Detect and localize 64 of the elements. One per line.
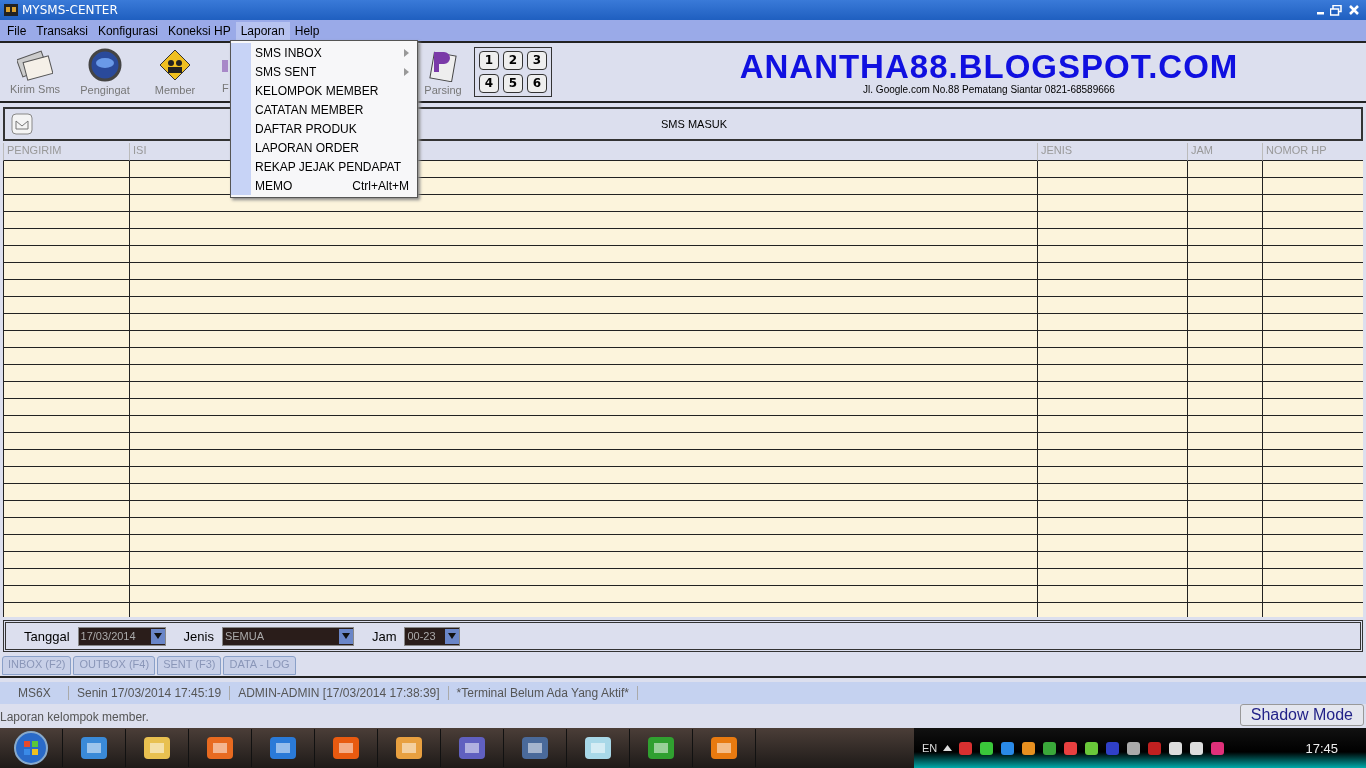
app-icon[interactable] (709, 734, 739, 762)
tray-icon[interactable] (1042, 740, 1058, 756)
hint-text: Laporan kelompok member. (0, 710, 149, 724)
menu-item[interactable]: Koneksi HP (162, 21, 236, 40)
shadow-mode-button[interactable]: Shadow Mode (1239, 704, 1364, 726)
filter-label: Tanggal (24, 628, 70, 644)
app-icon (4, 4, 18, 16)
app-icon[interactable] (331, 734, 361, 762)
tray-icon[interactable] (1189, 740, 1205, 756)
toolbar-label[interactable]: Kirim Sms (9, 83, 61, 95)
banner-subtitle: Jl. Google.com No.88 Pematang Siantar 0821-68589666 (863, 83, 1115, 95)
filter-label: Jam (371, 628, 397, 644)
tray-icon[interactable] (1126, 740, 1142, 756)
number-key[interactable]: 5 (503, 74, 523, 93)
status-text: *Terminal Belum Ada Yang Aktif* (448, 686, 638, 700)
start-button[interactable] (13, 730, 49, 766)
menu-item[interactable]: Transaksi (31, 21, 93, 40)
app-icon[interactable] (394, 734, 424, 762)
language-indicator[interactable]: EN (922, 742, 938, 754)
banner-title: ANANTHA88.BLOGSPOT.COM (739, 49, 1239, 84)
globe-icon (88, 48, 122, 82)
number-key[interactable]: 4 (479, 74, 499, 93)
dropdown-field[interactable]: 17/03/2014 (77, 626, 166, 646)
toolbar-label[interactable]: Parsing (424, 84, 462, 96)
app-icon[interactable] (646, 734, 676, 762)
app-icon[interactable] (205, 734, 235, 762)
number-key[interactable]: 3 (527, 51, 547, 70)
status-text: Senin 17/03/2014 17:45:19 (69, 686, 231, 700)
app-icon[interactable] (142, 734, 172, 762)
tray-icon[interactable] (1021, 740, 1037, 756)
filter-label: Jenis (183, 628, 214, 644)
app-icon[interactable] (457, 734, 487, 762)
people-icon (158, 48, 192, 82)
panel-title: SMS MASUK (661, 118, 727, 130)
dropdown-field[interactable]: 00-23 (404, 626, 461, 646)
dropdown-field[interactable]: SEMUA (221, 626, 354, 646)
window-title: MYSMS-CENTER (22, 3, 119, 17)
caret-icon (448, 633, 457, 639)
status-text: MS6X (18, 686, 69, 700)
clock[interactable]: 17:45 (1305, 740, 1338, 756)
status-text: ADMIN-ADMIN [17/03/2014 17:38:39] (230, 686, 449, 700)
close-icon[interactable] (1346, 5, 1362, 15)
app-icon[interactable] (79, 734, 109, 762)
menu-item[interactable]: Help (289, 21, 325, 40)
menu-item[interactable]: Laporan (235, 21, 290, 40)
caret-icon (153, 633, 162, 639)
tray-icon[interactable] (1168, 740, 1184, 756)
tray-icon[interactable] (1084, 740, 1100, 756)
number-key[interactable]: 6 (527, 74, 547, 93)
number-key[interactable]: 2 (503, 51, 523, 70)
menu-item[interactable]: Konfigurasi (92, 21, 163, 40)
caret-icon (341, 633, 350, 639)
tray-up-icon[interactable] (943, 745, 953, 751)
app-icon[interactable] (583, 734, 613, 762)
number-key[interactable]: 1 (479, 51, 499, 70)
envelope-icon[interactable] (11, 113, 33, 135)
toolbar-label[interactable]: Pengingat (80, 84, 130, 96)
app-icon[interactable] (268, 734, 298, 762)
envelopes-icon (17, 49, 53, 81)
app-icon[interactable] (520, 734, 550, 762)
tray-icon[interactable] (979, 740, 995, 756)
menu-item[interactable]: File (2, 21, 32, 40)
restore-icon[interactable] (1330, 4, 1342, 16)
toolbar-label[interactable]: Member (154, 84, 196, 96)
